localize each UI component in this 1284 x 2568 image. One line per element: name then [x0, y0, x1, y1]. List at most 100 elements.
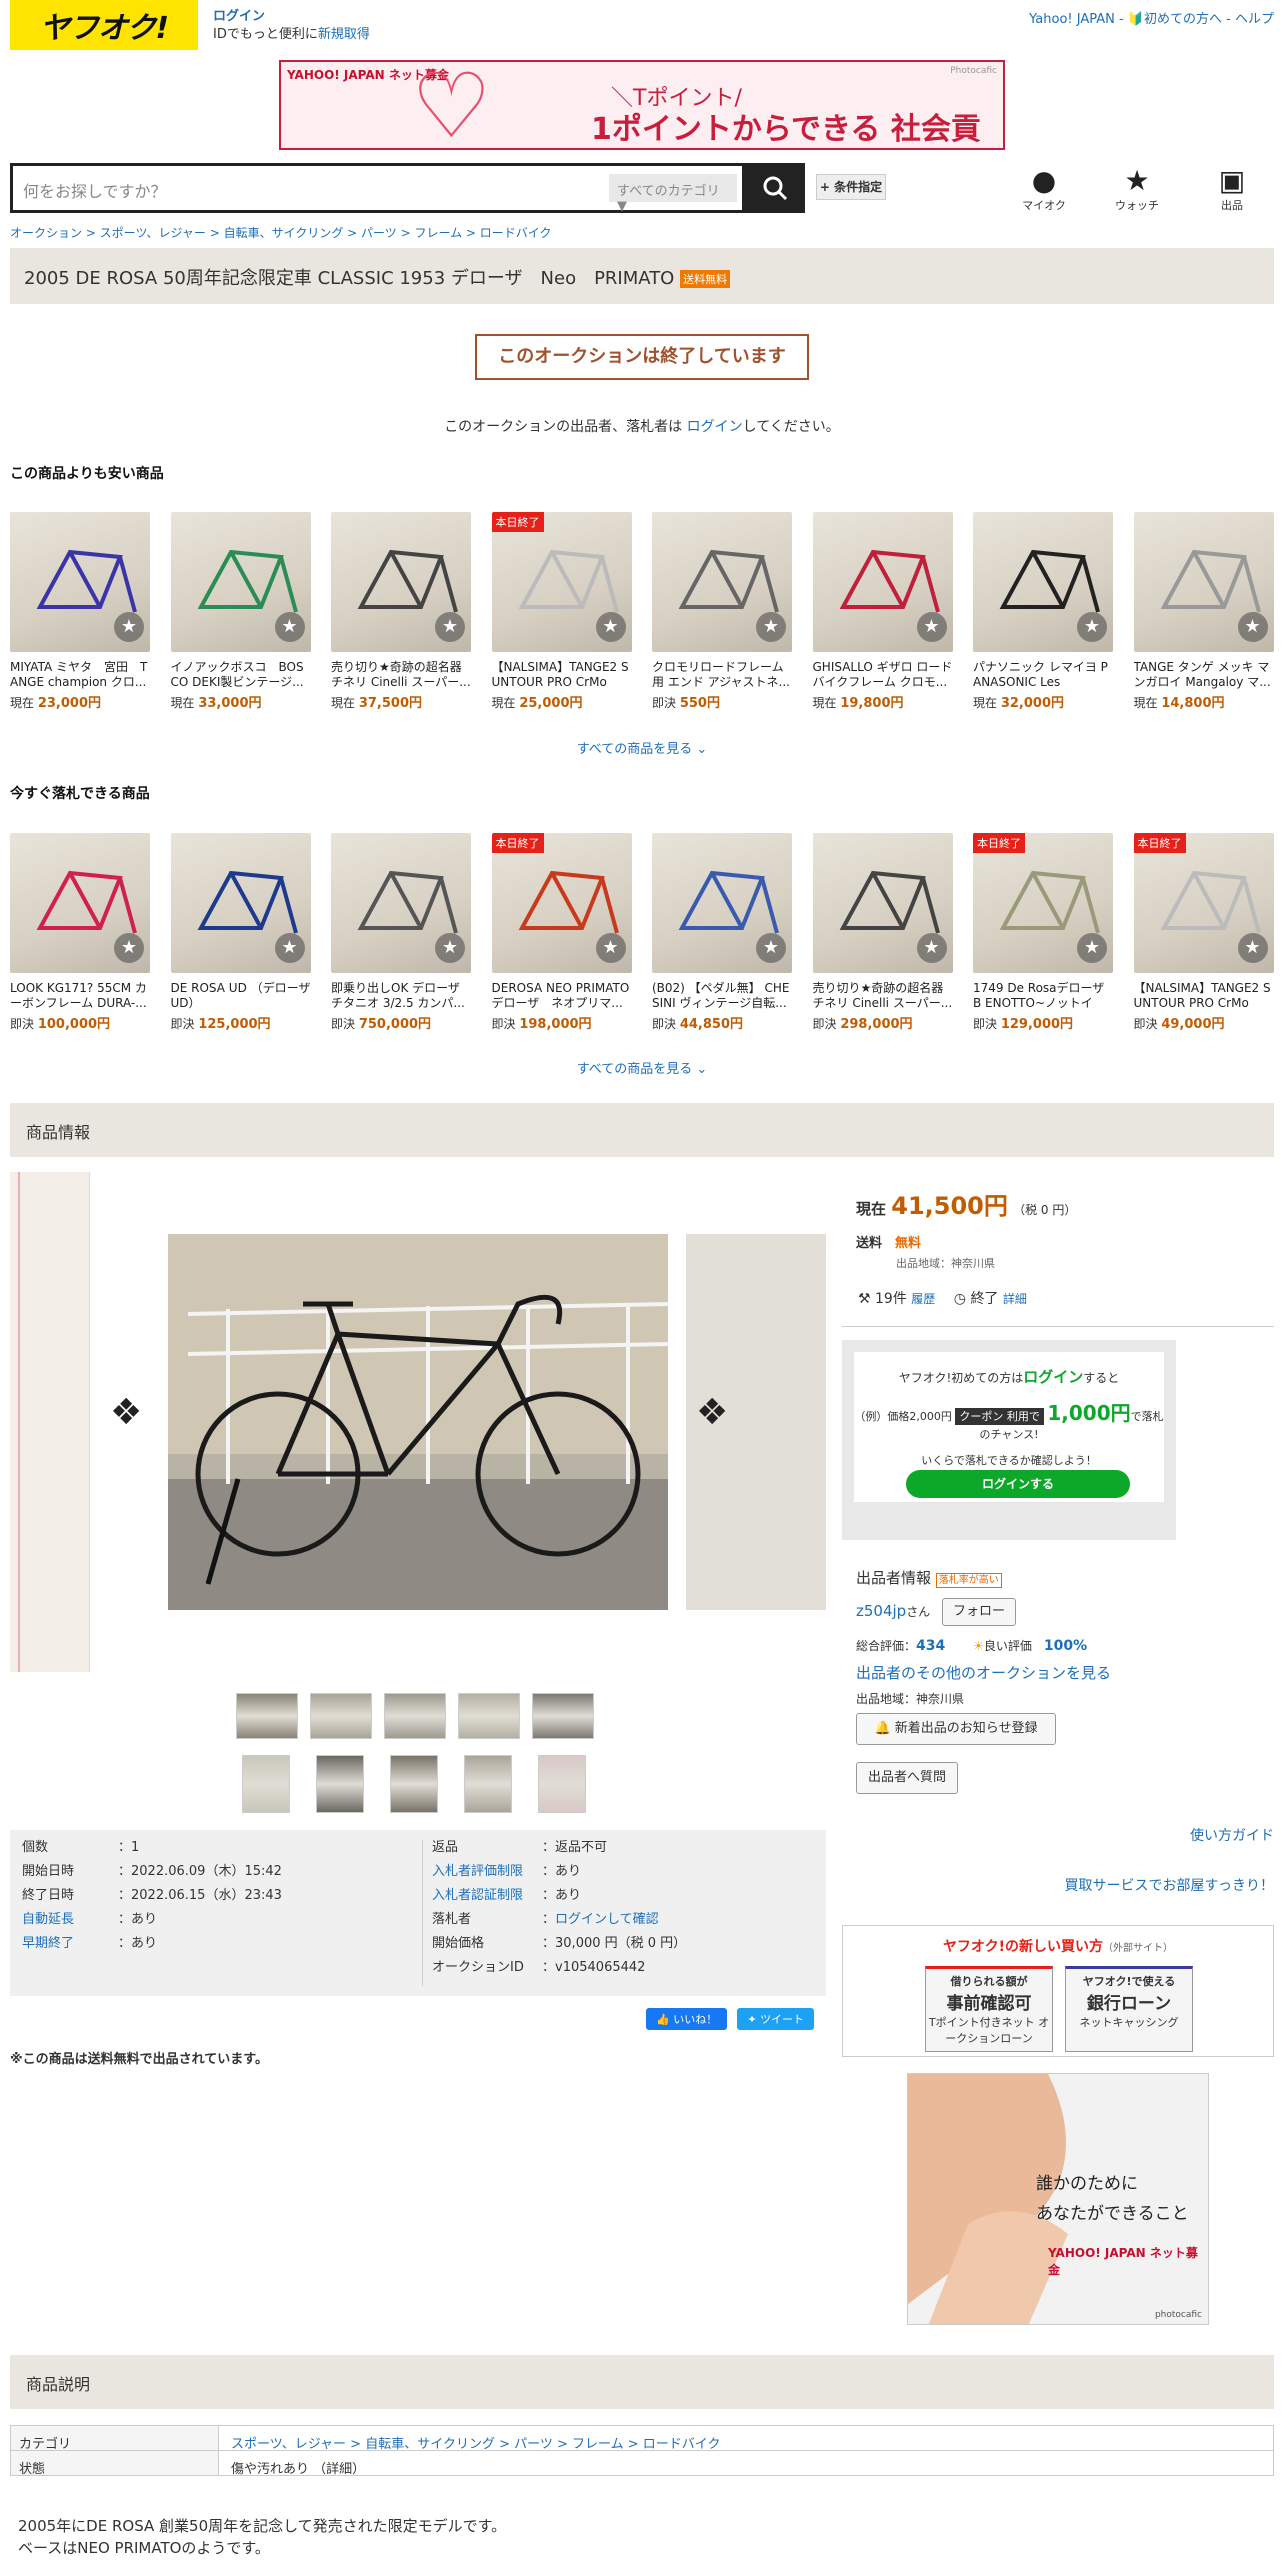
- cheaper-see-all[interactable]: すべての商品を見る ⌄: [0, 738, 1284, 757]
- product-name[interactable]: 【NALSIMA】TANGE2 S UNTOUR PRO CrMo フ...: [492, 660, 632, 690]
- image-thumbnail[interactable]: [458, 1693, 520, 1739]
- fb-like-button[interactable]: 👍 いいね！: [646, 2008, 728, 2030]
- watch-star-icon[interactable]: ★: [114, 933, 144, 963]
- seller-name-link[interactable]: z504jp: [856, 1602, 906, 1620]
- product-name[interactable]: 売り切り★奇跡の超名器チネリ Cinelli スーパー...: [331, 660, 471, 690]
- watch-star-icon[interactable]: ★: [1237, 933, 1268, 963]
- product-name[interactable]: DE ROSA UD （デローザ UD）: [171, 981, 311, 1011]
- watch-star-icon[interactable]: ★: [1077, 612, 1107, 642]
- info-key[interactable]: 自動延長: [22, 1912, 118, 1928]
- top-links[interactable]: Yahoo! JAPAN - 🔰初めての方へ - ヘルプ: [1029, 8, 1274, 27]
- product-card[interactable]: ★ TANGE タンゲ メッキ マンガロイ Mangaloy マ... 現在 14,…: [1133, 512, 1274, 711]
- image-carousel[interactable]: ❖ ❖: [10, 1172, 826, 1672]
- product-name[interactable]: 1749 De Rosaデローザ B ENOTTO~ノットイタ...: [973, 981, 1113, 1011]
- watch-star-icon[interactable]: ★: [756, 933, 786, 963]
- login-link[interactable]: ログイン: [213, 8, 370, 26]
- prev-image-preview[interactable]: [10, 1172, 90, 1672]
- charity-banner[interactable]: YAHOO! JAPAN ネット募金 ♡ ＼Tポイント/ 1ポイントからできる …: [279, 60, 1005, 150]
- rating-value[interactable]: 434: [916, 1638, 945, 1654]
- notice-login-link[interactable]: ログイン: [687, 419, 743, 435]
- product-name[interactable]: イノアックボスコ BOS CO DEKI製ビンテージ...: [171, 660, 311, 690]
- product-card[interactable]: ★ MIYATA ミヤタ 宮田 T ANGE champion クロ... 現在 2…: [10, 512, 150, 711]
- watch-star-icon[interactable]: ★: [916, 612, 947, 642]
- auction-loan-button[interactable]: 借りられる額が 事前確認可 Tポイント付きネット オークションローン: [925, 1966, 1053, 2052]
- buynow-see-all[interactable]: すべての商品を見る ⌄: [0, 1058, 1284, 1077]
- image-thumbnail[interactable]: [390, 1755, 438, 1813]
- watch-star-icon[interactable]: ★: [274, 612, 305, 642]
- product-name[interactable]: 売り切り★奇跡の超名器チネリ Cinelli スーパー...: [813, 981, 953, 1011]
- charity-ad[interactable]: 誰かのために あなたができること YAHOO! JAPAN ネット募金 phot…: [907, 2073, 1209, 2325]
- buy-service-link[interactable]: 買取サービスでお部屋すっきり！: [1065, 1875, 1274, 1895]
- product-card[interactable]: ★ LOOK KG171? 55CM カーボンフレーム DURA-... 即決 10…: [10, 833, 150, 1032]
- search-button[interactable]: [745, 163, 805, 213]
- info-key: 終了日時: [22, 1888, 75, 1903]
- product-name[interactable]: LOOK KG171? 55CM カーボンフレーム DURA-...: [10, 981, 150, 1011]
- nav-sell[interactable]: ▣ 出品: [1202, 165, 1262, 213]
- product-name[interactable]: GHISALLO ギザロ ロードバイクフレーム クロモ...: [813, 660, 953, 690]
- notify-button[interactable]: 🔔 新着出品のお知らせ登録: [856, 1713, 1056, 1745]
- yahuoku-logo[interactable]: ヤフオク!: [10, 0, 198, 50]
- watch-star-icon[interactable]: ★: [435, 933, 465, 963]
- image-thumbnail[interactable]: [316, 1755, 364, 1813]
- condition-button[interactable]: + 条件指定: [816, 174, 886, 200]
- watch-star-icon[interactable]: ★: [916, 933, 947, 963]
- promo-login-button[interactable]: ログインする: [906, 1470, 1130, 1498]
- category-select[interactable]: すべてのカテゴリ ▼: [609, 174, 737, 214]
- breadcrumb[interactable]: オークション > スポーツ、レジャー > 自転車、サイクリング > パーツ > …: [10, 224, 552, 241]
- image-thumbnail[interactable]: [236, 1693, 298, 1739]
- product-card[interactable]: ★ パナソニック レマイヨ P ANASONIC Les Maillot... 現在…: [973, 512, 1113, 711]
- product-name[interactable]: クロモリロードフレーム用 エンド アジャストネ...: [652, 660, 792, 690]
- watch-star-icon[interactable]: ★: [435, 612, 465, 642]
- product-name[interactable]: (B02) 【ペダル無】 CHE SINI ヴィンテージ自転...: [652, 981, 792, 1011]
- product-card[interactable]: ★ イノアックボスコ BOS CO DEKI製ビンテージ... 現在 33,000円: [170, 512, 311, 711]
- register-link[interactable]: 新規取得: [318, 27, 370, 42]
- product-name[interactable]: DEROSA NEO PRIMATO デローザ ネオプリマ...: [492, 981, 632, 1011]
- product-card[interactable]: ★ 売り切り★奇跡の超名器チネリ Cinelli スーパー... 即決 298,00…: [812, 833, 953, 1032]
- product-name[interactable]: TANGE タンゲ メッキ マンガロイ Mangaloy マ...: [1134, 660, 1274, 690]
- bank-loan-button[interactable]: ヤフオク!で使える 銀行ローン ネットキャッシング: [1065, 1966, 1193, 2052]
- nav-myauction[interactable]: ● マイオク: [1014, 165, 1074, 213]
- next-arrow-icon[interactable]: ❖: [696, 1392, 728, 1433]
- product-card[interactable]: 本日終了 ★ DEROSA NEO PRIMATO デローザ ネオプリマ... 即決 …: [491, 833, 632, 1032]
- watch-star-icon[interactable]: ★: [1237, 612, 1268, 642]
- product-card[interactable]: ★ GHISALLO ギザロ ロードバイクフレーム クロモ... 現在 19,800…: [812, 512, 953, 711]
- info-key[interactable]: 入札者評価制限: [432, 1864, 542, 1880]
- seller-other-auctions[interactable]: 出品者のその他のオークションを見る: [856, 1662, 1111, 1683]
- product-card[interactable]: ★ クロモリロードフレーム用 エンド アジャストネ... 即決 550円: [652, 512, 792, 711]
- watch-star-icon[interactable]: ★: [1077, 933, 1107, 963]
- product-name[interactable]: 即乗り出しOK デローザ チタニオ 3/2.5 カンパ...: [331, 981, 471, 1011]
- watch-star-icon[interactable]: ★: [595, 933, 626, 963]
- info-value[interactable]: ログインして確認: [555, 1912, 659, 1927]
- follow-button[interactable]: フォロー: [942, 1598, 1016, 1626]
- product-card[interactable]: ★ 即乗り出しOK デローザ チタニオ 3/2.5 カンパ... 即決 750,00…: [331, 833, 471, 1032]
- product-card[interactable]: ★ (B02) 【ペダル無】 CHE SINI ヴィンテージ自転... 即決 44,…: [652, 833, 792, 1032]
- product-name[interactable]: パナソニック レマイヨ P ANASONIC Les Maillot...: [973, 660, 1113, 690]
- info-key[interactable]: 入札者認証制限: [432, 1888, 542, 1904]
- info-key[interactable]: 早期終了: [22, 1936, 118, 1952]
- product-card[interactable]: 本日終了 ★ 【NALSIMA】TANGE2 S UNTOUR PRO CrMo フ…: [1133, 833, 1274, 1032]
- image-thumbnail[interactable]: [384, 1693, 446, 1739]
- watch-star-icon[interactable]: ★: [756, 612, 786, 642]
- product-name[interactable]: 【NALSIMA】TANGE2 S UNTOUR PRO CrMo フ...: [1134, 981, 1274, 1011]
- product-name[interactable]: MIYATA ミヤタ 宮田 T ANGE champion クロ...: [10, 660, 150, 690]
- watch-star-icon[interactable]: ★: [114, 612, 144, 642]
- nav-watch[interactable]: ★ ウォッチ: [1107, 165, 1167, 213]
- image-thumbnail[interactable]: [310, 1693, 372, 1739]
- product-card[interactable]: 本日終了 ★ 1749 De Rosaデローザ B ENOTTO~ノットイタ... 即…: [973, 833, 1113, 1032]
- ask-seller-button[interactable]: 出品者へ質問: [856, 1762, 958, 1794]
- end-detail-link[interactable]: 詳細: [1003, 1292, 1027, 1306]
- guide-link[interactable]: 使い方ガイド: [1190, 1825, 1274, 1845]
- product-card[interactable]: 本日終了 ★ 【NALSIMA】TANGE2 S UNTOUR PRO CrMo フ…: [491, 512, 632, 711]
- image-thumbnail[interactable]: [242, 1755, 290, 1813]
- watch-star-icon[interactable]: ★: [274, 933, 305, 963]
- image-thumbnail[interactable]: [464, 1755, 512, 1813]
- image-thumbnail[interactable]: [532, 1693, 594, 1739]
- prev-arrow-icon[interactable]: ❖: [110, 1392, 142, 1433]
- image-thumbnail[interactable]: [538, 1755, 586, 1813]
- search-input[interactable]: 何をお探しですか？: [23, 178, 167, 202]
- tweet-button[interactable]: ✦ ツイート: [737, 2008, 815, 2030]
- watch-star-icon[interactable]: ★: [595, 612, 626, 642]
- product-card[interactable]: ★ DE ROSA UD （デローザ UD） 即決 125,000円: [170, 833, 311, 1032]
- bid-history-link[interactable]: 履歴: [911, 1292, 935, 1306]
- product-card[interactable]: ★ 売り切り★奇跡の超名器チネリ Cinelli スーパー... 現在 37,500…: [331, 512, 471, 711]
